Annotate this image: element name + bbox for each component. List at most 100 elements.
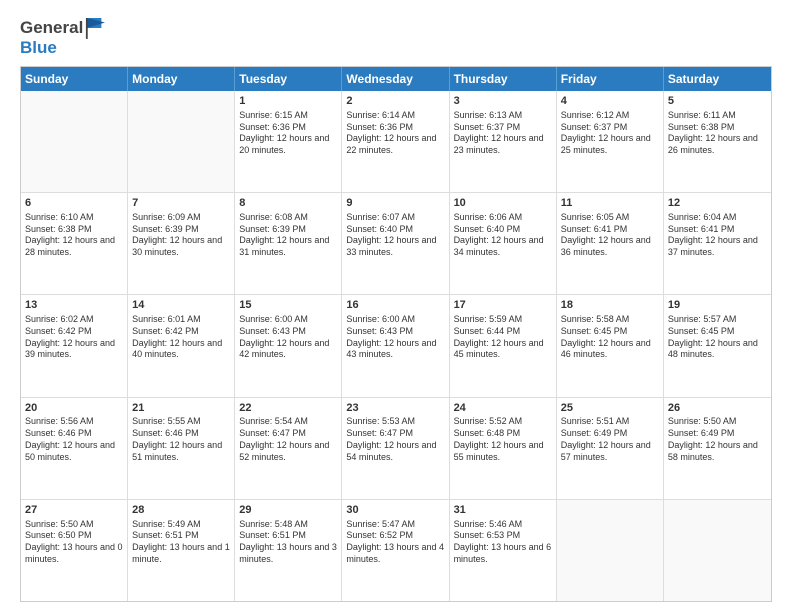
calendar-cell: 26Sunrise: 5:50 AM Sunset: 6:49 PM Dayli… bbox=[664, 398, 771, 499]
weekday-header-sunday: Sunday bbox=[21, 67, 128, 91]
cell-sun-info: Sunrise: 6:14 AM Sunset: 6:36 PM Dayligh… bbox=[346, 110, 444, 157]
day-number: 12 bbox=[668, 196, 767, 211]
cell-sun-info: Sunrise: 5:53 AM Sunset: 6:47 PM Dayligh… bbox=[346, 416, 444, 463]
cell-sun-info: Sunrise: 5:46 AM Sunset: 6:53 PM Dayligh… bbox=[454, 519, 552, 566]
calendar-cell: 2Sunrise: 6:14 AM Sunset: 6:36 PM Daylig… bbox=[342, 91, 449, 192]
day-number: 18 bbox=[561, 298, 659, 313]
logo-blue-text: Blue bbox=[20, 38, 105, 58]
calendar-cell: 11Sunrise: 6:05 AM Sunset: 6:41 PM Dayli… bbox=[557, 193, 664, 294]
day-number: 10 bbox=[454, 196, 552, 211]
cell-sun-info: Sunrise: 5:58 AM Sunset: 6:45 PM Dayligh… bbox=[561, 314, 659, 361]
calendar-cell: 29Sunrise: 5:48 AM Sunset: 6:51 PM Dayli… bbox=[235, 500, 342, 601]
weekday-header-thursday: Thursday bbox=[450, 67, 557, 91]
calendar-cell: 24Sunrise: 5:52 AM Sunset: 6:48 PM Dayli… bbox=[450, 398, 557, 499]
calendar-cell: 12Sunrise: 6:04 AM Sunset: 6:41 PM Dayli… bbox=[664, 193, 771, 294]
calendar-row-4: 27Sunrise: 5:50 AM Sunset: 6:50 PM Dayli… bbox=[21, 500, 771, 601]
calendar-cell bbox=[21, 91, 128, 192]
calendar-cell: 23Sunrise: 5:53 AM Sunset: 6:47 PM Dayli… bbox=[342, 398, 449, 499]
day-number: 20 bbox=[25, 401, 123, 416]
calendar-cell: 30Sunrise: 5:47 AM Sunset: 6:52 PM Dayli… bbox=[342, 500, 449, 601]
cell-sun-info: Sunrise: 5:59 AM Sunset: 6:44 PM Dayligh… bbox=[454, 314, 552, 361]
weekday-header-saturday: Saturday bbox=[664, 67, 771, 91]
calendar-grid: SundayMondayTuesdayWednesdayThursdayFrid… bbox=[20, 66, 772, 602]
calendar-cell: 13Sunrise: 6:02 AM Sunset: 6:42 PM Dayli… bbox=[21, 295, 128, 396]
calendar-cell: 21Sunrise: 5:55 AM Sunset: 6:46 PM Dayli… bbox=[128, 398, 235, 499]
day-number: 30 bbox=[346, 503, 444, 518]
day-number: 16 bbox=[346, 298, 444, 313]
cell-sun-info: Sunrise: 6:11 AM Sunset: 6:38 PM Dayligh… bbox=[668, 110, 767, 157]
day-number: 19 bbox=[668, 298, 767, 313]
calendar-cell: 19Sunrise: 5:57 AM Sunset: 6:45 PM Dayli… bbox=[664, 295, 771, 396]
cell-sun-info: Sunrise: 6:12 AM Sunset: 6:37 PM Dayligh… bbox=[561, 110, 659, 157]
cell-sun-info: Sunrise: 6:07 AM Sunset: 6:40 PM Dayligh… bbox=[346, 212, 444, 259]
calendar-cell: 16Sunrise: 6:00 AM Sunset: 6:43 PM Dayli… bbox=[342, 295, 449, 396]
weekday-header-wednesday: Wednesday bbox=[342, 67, 449, 91]
weekday-header-friday: Friday bbox=[557, 67, 664, 91]
calendar-cell: 5Sunrise: 6:11 AM Sunset: 6:38 PM Daylig… bbox=[664, 91, 771, 192]
weekday-header-monday: Monday bbox=[128, 67, 235, 91]
day-number: 11 bbox=[561, 196, 659, 211]
calendar-cell: 22Sunrise: 5:54 AM Sunset: 6:47 PM Dayli… bbox=[235, 398, 342, 499]
logo: General Blue bbox=[20, 16, 105, 58]
calendar-cell: 7Sunrise: 6:09 AM Sunset: 6:39 PM Daylig… bbox=[128, 193, 235, 294]
cell-sun-info: Sunrise: 6:00 AM Sunset: 6:43 PM Dayligh… bbox=[346, 314, 444, 361]
day-number: 1 bbox=[239, 94, 337, 109]
calendar-cell: 25Sunrise: 5:51 AM Sunset: 6:49 PM Dayli… bbox=[557, 398, 664, 499]
day-number: 21 bbox=[132, 401, 230, 416]
calendar-cell: 4Sunrise: 6:12 AM Sunset: 6:37 PM Daylig… bbox=[557, 91, 664, 192]
calendar-cell: 1Sunrise: 6:15 AM Sunset: 6:36 PM Daylig… bbox=[235, 91, 342, 192]
cell-sun-info: Sunrise: 5:52 AM Sunset: 6:48 PM Dayligh… bbox=[454, 416, 552, 463]
calendar-cell: 8Sunrise: 6:08 AM Sunset: 6:39 PM Daylig… bbox=[235, 193, 342, 294]
day-number: 13 bbox=[25, 298, 123, 313]
cell-sun-info: Sunrise: 6:02 AM Sunset: 6:42 PM Dayligh… bbox=[25, 314, 123, 361]
day-number: 28 bbox=[132, 503, 230, 518]
day-number: 27 bbox=[25, 503, 123, 518]
calendar-cell: 20Sunrise: 5:56 AM Sunset: 6:46 PM Dayli… bbox=[21, 398, 128, 499]
day-number: 26 bbox=[668, 401, 767, 416]
calendar-cell: 6Sunrise: 6:10 AM Sunset: 6:38 PM Daylig… bbox=[21, 193, 128, 294]
cell-sun-info: Sunrise: 5:56 AM Sunset: 6:46 PM Dayligh… bbox=[25, 416, 123, 463]
calendar-cell bbox=[128, 91, 235, 192]
calendar-cell: 10Sunrise: 6:06 AM Sunset: 6:40 PM Dayli… bbox=[450, 193, 557, 294]
calendar-cell: 28Sunrise: 5:49 AM Sunset: 6:51 PM Dayli… bbox=[128, 500, 235, 601]
cell-sun-info: Sunrise: 6:09 AM Sunset: 6:39 PM Dayligh… bbox=[132, 212, 230, 259]
day-number: 8 bbox=[239, 196, 337, 211]
day-number: 15 bbox=[239, 298, 337, 313]
calendar-cell: 17Sunrise: 5:59 AM Sunset: 6:44 PM Dayli… bbox=[450, 295, 557, 396]
calendar-cell: 27Sunrise: 5:50 AM Sunset: 6:50 PM Dayli… bbox=[21, 500, 128, 601]
cell-sun-info: Sunrise: 5:57 AM Sunset: 6:45 PM Dayligh… bbox=[668, 314, 767, 361]
cell-sun-info: Sunrise: 5:55 AM Sunset: 6:46 PM Dayligh… bbox=[132, 416, 230, 463]
cell-sun-info: Sunrise: 6:00 AM Sunset: 6:43 PM Dayligh… bbox=[239, 314, 337, 361]
day-number: 4 bbox=[561, 94, 659, 109]
cell-sun-info: Sunrise: 6:15 AM Sunset: 6:36 PM Dayligh… bbox=[239, 110, 337, 157]
day-number: 5 bbox=[668, 94, 767, 109]
day-number: 7 bbox=[132, 196, 230, 211]
calendar-cell bbox=[557, 500, 664, 601]
calendar-cell: 18Sunrise: 5:58 AM Sunset: 6:45 PM Dayli… bbox=[557, 295, 664, 396]
page-header: General Blue bbox=[20, 16, 772, 58]
cell-sun-info: Sunrise: 6:13 AM Sunset: 6:37 PM Dayligh… bbox=[454, 110, 552, 157]
cell-sun-info: Sunrise: 6:04 AM Sunset: 6:41 PM Dayligh… bbox=[668, 212, 767, 259]
calendar-cell: 9Sunrise: 6:07 AM Sunset: 6:40 PM Daylig… bbox=[342, 193, 449, 294]
day-number: 9 bbox=[346, 196, 444, 211]
day-number: 25 bbox=[561, 401, 659, 416]
calendar-cell bbox=[664, 500, 771, 601]
cell-sun-info: Sunrise: 6:06 AM Sunset: 6:40 PM Dayligh… bbox=[454, 212, 552, 259]
cell-sun-info: Sunrise: 5:50 AM Sunset: 6:49 PM Dayligh… bbox=[668, 416, 767, 463]
calendar-page: General Blue SundayMondayTuesdayWednesda… bbox=[0, 0, 792, 612]
day-number: 17 bbox=[454, 298, 552, 313]
day-number: 23 bbox=[346, 401, 444, 416]
logo-flag-icon bbox=[85, 16, 105, 40]
calendar-cell: 14Sunrise: 6:01 AM Sunset: 6:42 PM Dayli… bbox=[128, 295, 235, 396]
cell-sun-info: Sunrise: 5:51 AM Sunset: 6:49 PM Dayligh… bbox=[561, 416, 659, 463]
day-number: 24 bbox=[454, 401, 552, 416]
cell-sun-info: Sunrise: 5:47 AM Sunset: 6:52 PM Dayligh… bbox=[346, 519, 444, 566]
day-number: 22 bbox=[239, 401, 337, 416]
calendar-row-2: 13Sunrise: 6:02 AM Sunset: 6:42 PM Dayli… bbox=[21, 295, 771, 397]
cell-sun-info: Sunrise: 6:10 AM Sunset: 6:38 PM Dayligh… bbox=[25, 212, 123, 259]
day-number: 14 bbox=[132, 298, 230, 313]
calendar-cell: 3Sunrise: 6:13 AM Sunset: 6:37 PM Daylig… bbox=[450, 91, 557, 192]
day-number: 2 bbox=[346, 94, 444, 109]
calendar-row-3: 20Sunrise: 5:56 AM Sunset: 6:46 PM Dayli… bbox=[21, 398, 771, 500]
calendar-cell: 31Sunrise: 5:46 AM Sunset: 6:53 PM Dayli… bbox=[450, 500, 557, 601]
